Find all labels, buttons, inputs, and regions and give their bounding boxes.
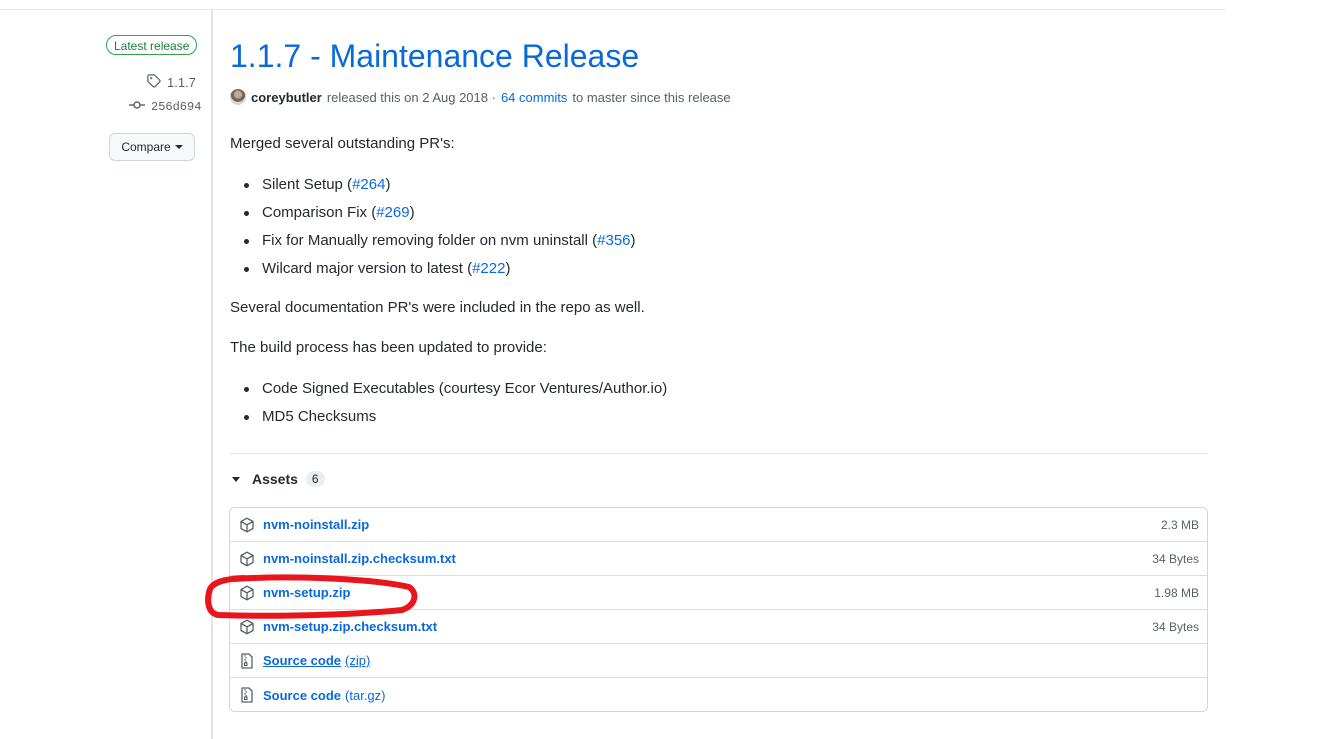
list-item: Code Signed Executables (courtesy Ecor V… [230,375,667,403]
commit-sha: 256d694 [151,100,202,114]
assets-label: Assets [252,471,298,487]
avatar[interactable] [230,89,246,105]
tag-icon [147,74,161,91]
asset-row: nvm-noinstall.zip.checksum.txt 34 Bytes [230,542,1207,576]
pr-list: Silent Setup (#264) Comparison Fix (#269… [230,171,636,283]
build-list: Code Signed Executables (courtesy Ecor V… [230,375,667,431]
pr-link[interactable]: #264 [352,176,385,193]
pr-text: Wilcard major version to latest ( [262,260,473,277]
asset-row: Source code (tar.gz) [230,678,1207,711]
assets-count-badge: 6 [305,471,325,487]
asset-size: 34 Bytes [1152,551,1199,566]
top-divider [0,9,1225,10]
compare-button[interactable]: Compare [109,133,195,161]
asset-size: 34 Bytes [1152,619,1199,634]
asset-row: nvm-noinstall.zip 2.3 MB [230,508,1207,542]
caret-down-icon [174,145,183,149]
assets-divider [230,453,1208,454]
pr-link[interactable]: #269 [376,204,409,221]
file-zip-icon [239,687,255,703]
file-zip-icon [239,652,255,669]
commits-link[interactable]: 64 commits [501,90,567,105]
package-icon [239,551,255,567]
list-item: Silent Setup (#264) [230,171,636,199]
release-title[interactable]: 1.1.7 - Maintenance Release [230,38,639,75]
tag-label: 1.1.7 [167,75,196,90]
asset-link[interactable]: nvm-noinstall.zip.checksum.txt [263,551,456,566]
latest-release-badge: Latest release [106,35,198,55]
list-item: Comparison Fix (#269) [230,199,636,227]
list-item: Fix for Manually removing folder on nvm … [230,227,636,255]
list-item: Wilcard major version to latest (#222) [230,255,636,283]
author-link[interactable]: coreybutler [251,90,322,105]
pr-tail: ) [385,176,391,193]
pr-tail: ) [409,204,415,221]
pr-link[interactable]: #222 [472,260,505,277]
tag-link[interactable]: 1.1.7 [147,74,196,91]
commit-link[interactable]: 256d694 [129,100,201,114]
released-text: released this on 2 Aug 2018 · [326,89,496,105]
asset-link[interactable]: nvm-noinstall.zip [263,517,369,532]
source-code-link[interactable]: Source code [263,653,341,668]
asset-size: 2.3 MB [1160,517,1199,532]
pr-text: Silent Setup ( [262,176,353,193]
docs-note: Several documentation PR's were included… [230,299,645,316]
timeline-divider [211,10,213,739]
pr-link[interactable]: #356 [597,232,630,249]
source-code-ext[interactable]: (tar.gz) [345,688,385,703]
package-icon [239,517,255,533]
red-circle-annotation [205,574,418,619]
pr-text: Comparison Fix ( [262,204,377,221]
build-intro: The build process has been updated to pr… [230,339,547,356]
triangle-down-icon [232,476,240,482]
pr-tail: ) [630,232,636,249]
pr-tail: ) [505,260,511,277]
release-byline: coreybutler released this on 2 Aug 2018 … [230,89,731,105]
assets-toggle[interactable]: Assets 6 [232,471,325,487]
commit-icon [129,100,145,114]
pr-text: Fix for Manually removing folder on nvm … [262,232,598,249]
list-item: MD5 Checksums [230,403,667,431]
source-code-ext[interactable]: (zip) [345,653,370,668]
since-text: to master since this release [572,89,731,105]
notes-intro: Merged several outstanding PR's: [230,135,455,152]
package-icon [239,619,255,635]
asset-link[interactable]: nvm-setup.zip.checksum.txt [263,619,437,634]
asset-row: Source code (zip) [230,644,1207,678]
compare-label: Compare [121,140,171,154]
source-code-link[interactable]: Source code [263,688,341,703]
asset-size: 1.98 MB [1154,585,1199,600]
